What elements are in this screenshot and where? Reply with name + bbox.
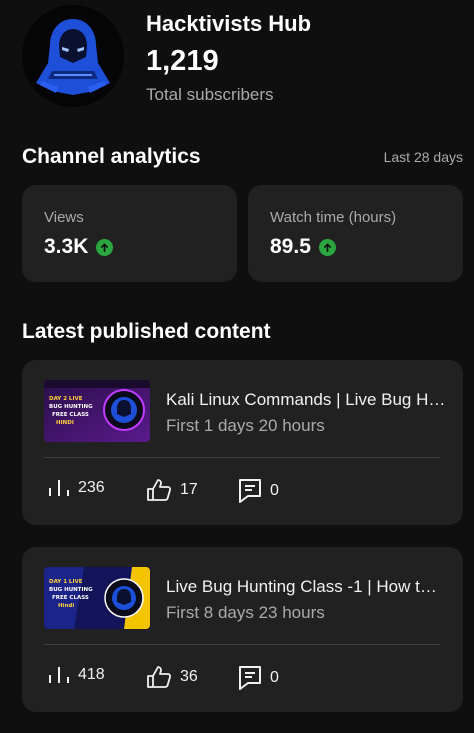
watch-time-label: Watch time (hours) [270,209,397,226]
comments-metric: 0 [238,665,279,691]
analytics-title: Channel analytics [22,145,201,168]
views-label: Views [44,209,84,226]
latest-content-title: Latest published content [22,320,271,343]
thumb-line: BUG HUNTING [49,587,93,593]
video-card[interactable]: DAY 1 LIVE BUG HUNTING FREE CLASS Hindi … [22,547,463,712]
views-metric: 236 [48,478,105,498]
thumb-line: FREE CLASS [52,412,89,418]
subscriber-label: Total subscribers [146,85,274,104]
thumb-line: DAY 1 LIVE [49,579,83,585]
thumb-line: DAY 2 LIVE [49,396,83,402]
trend-up-icon [96,238,114,256]
comments-metric: 0 [238,478,279,504]
subscriber-count: 1,219 [146,45,219,77]
comments-count: 0 [270,482,279,499]
watch-time-value-row: 89.5 [270,235,336,259]
thumb-line: HINDI [56,420,74,426]
trend-up-icon [318,238,336,256]
comments-count: 0 [270,669,279,686]
thumb-line: Hindi [58,603,74,609]
video-age: First 8 days 23 hours [166,603,325,622]
analytics-period[interactable]: Last 28 days [384,149,463,165]
thumb-line: BUG HUNTING [49,404,93,410]
thumbnail-image: DAY 1 LIVE BUG HUNTING FREE CLASS Hindi [44,567,150,629]
comment-icon [239,479,261,503]
views-value: 3.3K [44,235,89,258]
thumbnail-image: DAY 2 LIVE BUG HUNTING FREE CLASS HINDI [44,380,150,442]
likes-metric: 36 [146,665,198,689]
watch-time-value: 89.5 [270,235,311,258]
views-count: 236 [78,479,105,496]
thumbs-up-icon [147,666,172,688]
thumb-line: FREE CLASS [52,595,89,601]
likes-metric: 17 [146,478,198,502]
video-thumbnail[interactable]: DAY 1 LIVE BUG HUNTING FREE CLASS Hindi [44,567,150,629]
views-value-row: 3.3K [44,235,114,259]
video-age: First 1 days 20 hours [166,416,325,435]
video-card[interactable]: DAY 2 LIVE BUG HUNTING FREE CLASS HINDI … [22,360,463,525]
watch-time-card[interactable]: Watch time (hours) 89.5 [248,185,463,282]
divider [44,644,440,645]
hooded-hacker-logo-icon [22,5,124,107]
likes-count: 17 [180,481,198,498]
video-thumbnail[interactable]: DAY 2 LIVE BUG HUNTING FREE CLASS HINDI [44,380,150,442]
video-title[interactable]: Kali Linux Commands | Live Bug Hunting C… [166,390,446,410]
bar-chart-icon [49,667,69,683]
channel-name: Hacktivists Hub [146,11,312,36]
likes-count: 36 [180,668,198,685]
video-title[interactable]: Live Bug Hunting Class -1 | How to Start… [166,577,446,597]
thumbs-up-icon [147,479,172,501]
views-card[interactable]: Views 3.3K [22,185,237,282]
divider [44,457,440,458]
views-count: 418 [78,666,105,683]
views-metric: 418 [48,665,105,685]
channel-avatar[interactable] [22,5,124,107]
bar-chart-icon [49,480,69,496]
channel-header: Hacktivists Hub 1,219 Total subscribers [0,0,474,130]
comment-icon [239,666,261,690]
